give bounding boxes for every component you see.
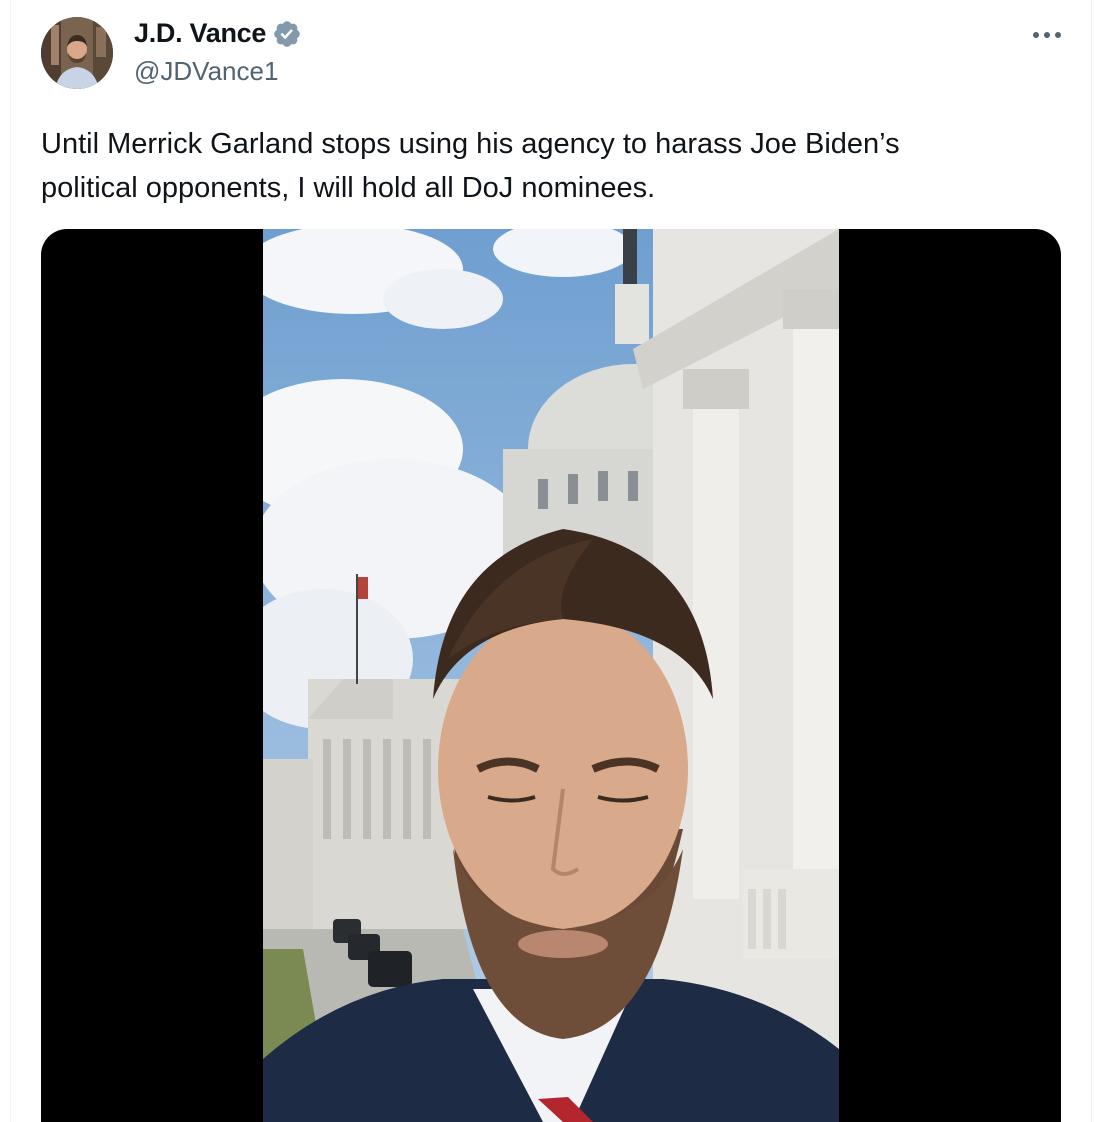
avatar-image <box>41 17 113 89</box>
tweet-text-line-2: political opponents, I will hold all DoJ… <box>41 172 656 204</box>
author-handle[interactable]: @JDVance1 <box>134 56 278 87</box>
more-options-icon[interactable] <box>1029 20 1065 50</box>
tweet-card: J.D. Vance @JDVance1 Until Merrick Garla… <box>10 0 1092 1122</box>
verified-badge-icon <box>274 20 300 47</box>
tweet-text: Until Merrick Garland stops using his ag… <box>41 122 1041 210</box>
video-frame <box>263 229 839 1122</box>
dots-icon <box>1033 32 1061 38</box>
author-avatar[interactable] <box>41 17 113 89</box>
tweet-text-line-1: Until Merrick Garland stops using his ag… <box>41 128 900 160</box>
tweet-video[interactable] <box>41 229 1061 1122</box>
author-display-name[interactable]: J.D. Vance <box>134 18 266 49</box>
